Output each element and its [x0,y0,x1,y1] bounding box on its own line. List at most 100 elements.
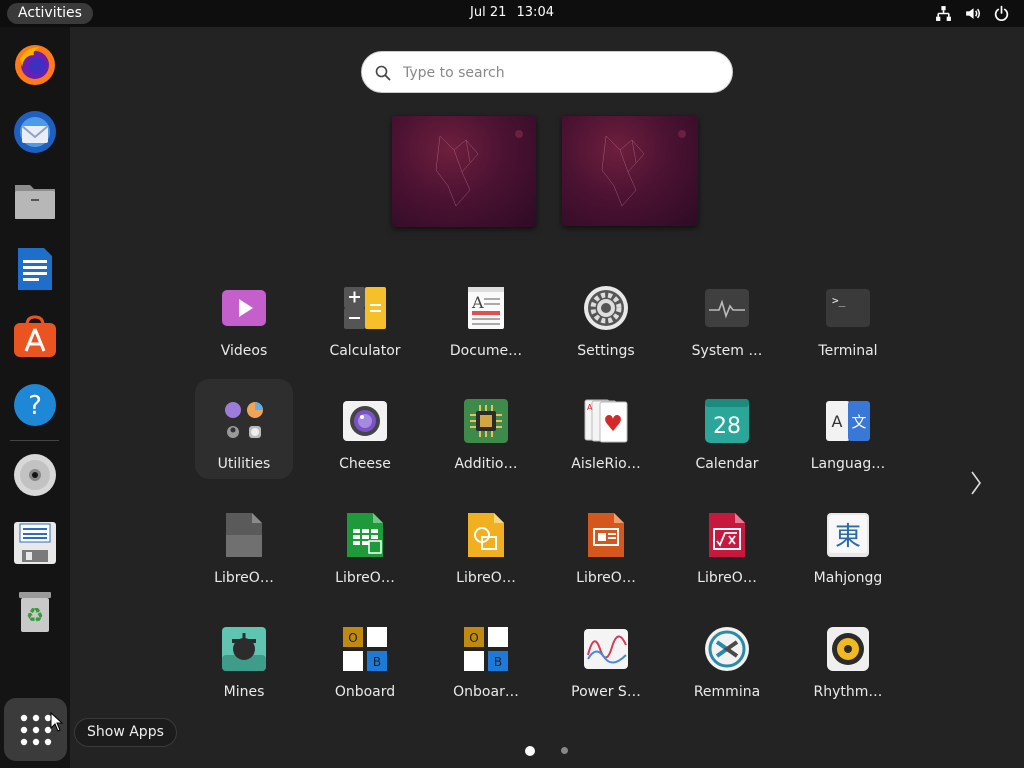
app-label: Languag… [810,456,886,472]
app-remmina[interactable]: Remmina [678,607,776,707]
help-icon: ? [14,384,56,426]
svg-text:B: B [494,655,502,669]
workspace-wallpaper [601,130,686,207]
app-label: Mines [223,684,265,700]
dock-item-writer[interactable] [9,243,61,295]
dock-item-help[interactable]: ? [9,379,61,431]
app-mines[interactable]: Mines [195,607,293,707]
aisleriot-cards-icon: ♥A [584,399,628,443]
app-onboard[interactable]: OB Onboard [316,607,414,707]
svg-text:A: A [471,293,484,312]
libreoffice-calc-icon [347,513,383,557]
search-box[interactable] [361,51,733,93]
app-label: Additio… [454,456,518,472]
remmina-icon [705,627,749,671]
system-tray[interactable] [935,5,1010,22]
grid-icon [20,714,51,745]
disc-icon [14,454,56,496]
app-label: Remmina [693,684,761,700]
app-label: Videos [220,343,268,359]
power-icon[interactable] [993,5,1010,22]
app-videos[interactable]: Videos [195,266,293,366]
libreoffice-math-icon [709,513,745,557]
firefox-icon [15,45,55,85]
page-dot[interactable] [561,747,568,754]
app-calculator[interactable]: Calculator [316,266,414,366]
svg-text:?: ? [28,391,42,421]
onboard-settings-icon: OB [464,627,508,671]
writer-icon [18,248,52,290]
app-libreoffice[interactable]: LibreO… [195,493,293,593]
dock-item-files[interactable] [9,175,61,227]
app-additional-drivers[interactable]: Additio… [437,379,535,479]
app-label: LibreO… [576,570,636,586]
app-center-icon [14,315,56,357]
app-mahjongg[interactable]: 東 Mahjongg [799,493,897,593]
app-utilities-folder[interactable]: Utilities [195,379,293,479]
svg-text:文: 文 [851,413,866,431]
volume-icon[interactable] [964,5,981,22]
page-dot-active[interactable] [525,746,535,756]
workspace-thumbnail-1[interactable] [392,116,536,227]
calculator-icon [344,287,386,329]
app-terminal[interactable]: >_ Terminal [799,266,897,366]
power-statistics-icon [584,629,628,669]
app-label: Utilities [217,456,271,472]
app-libreoffice-math[interactable]: LibreO… [678,493,776,593]
app-label: Rhythm… [813,684,883,700]
dock-item-disc[interactable] [9,449,61,501]
cheese-camera-icon [343,401,387,441]
svg-text:B: B [373,655,381,669]
videos-icon [222,290,266,326]
svg-text:A: A [832,412,843,431]
app-calendar[interactable]: 28 Calendar [678,379,776,479]
app-label: Power S… [571,684,641,700]
app-rhythmbox[interactable]: Rhythm… [799,607,897,707]
search-input[interactable] [403,61,713,85]
svg-text:28: 28 [713,414,741,439]
settings-gear-icon [584,286,628,330]
app-settings[interactable]: Settings [557,266,655,366]
dock-item-firefox[interactable] [9,38,61,90]
app-label: Onboard [334,684,396,700]
app-libreoffice-calc[interactable]: LibreO… [316,493,414,593]
app-onboard-settings[interactable]: OB Onboar… [437,607,535,707]
dock-separator [10,440,59,441]
next-page-button[interactable] [966,466,986,500]
app-label: Onboar… [453,684,519,700]
app-aisleriot[interactable]: ♥ A AisleRio… [557,379,655,479]
app-power-statistics[interactable]: Power S… [557,607,655,707]
document-viewer-icon: A [468,287,504,329]
dock-item-thunderbird[interactable] [9,106,61,158]
app-label: Calculator [329,343,401,359]
svg-text:>_: >_ [832,294,846,307]
clock-date: Jul 21 [470,5,507,20]
app-label: Settings [577,343,635,359]
app-system-monitor[interactable]: System … [678,266,776,366]
trash-icon: ♻ [19,592,51,632]
app-libreoffice-draw[interactable]: LibreO… [437,493,535,593]
clock[interactable]: Jul 21 13:04 [0,5,1024,20]
libreoffice-draw-icon [468,513,504,557]
dock-item-save[interactable] [9,517,61,569]
app-language-support[interactable]: A文 Languag… [799,379,897,479]
show-apps-tooltip: Show Apps [74,718,177,747]
app-label: LibreO… [214,570,274,586]
workspace-wallpaper [435,130,523,207]
save-icon [14,522,56,564]
dock-item-app-center[interactable] [9,311,61,363]
mahjongg-icon: 東 [827,513,869,557]
app-libreoffice-impress[interactable]: LibreO… [557,493,655,593]
app-cheese[interactable]: Cheese [316,379,414,479]
app-document-viewer[interactable]: A Docume… [437,266,535,366]
app-label: Docume… [449,343,523,359]
workspace-thumbnail-2[interactable] [562,116,698,226]
chevron-right-icon [971,471,981,495]
libreoffice-icon [226,513,262,557]
mouse-cursor-icon [50,712,64,732]
svg-text:♻: ♻ [26,603,44,627]
top-bar: Activities Jul 21 13:04 [0,0,1024,27]
app-label: LibreO… [697,570,757,586]
network-icon[interactable] [935,5,952,22]
dock-item-trash[interactable]: ♻ [9,585,61,637]
